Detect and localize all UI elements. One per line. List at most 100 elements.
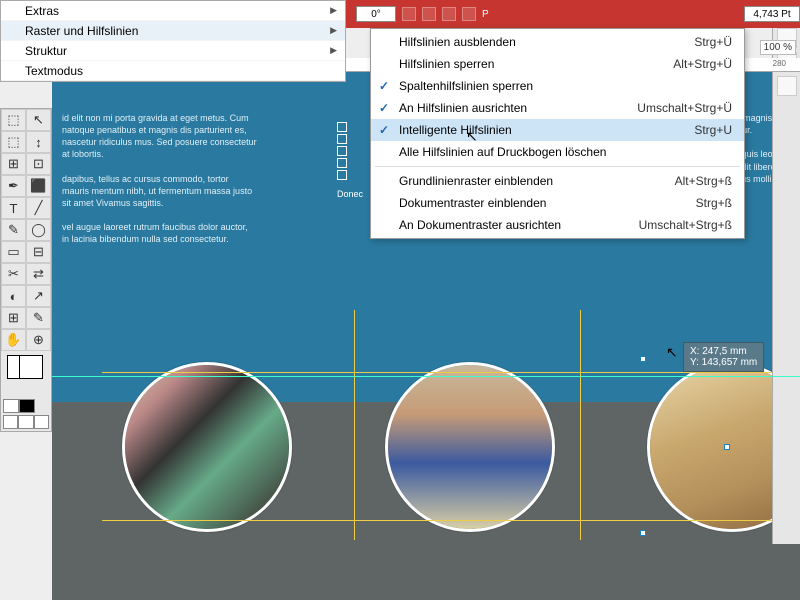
menu-item[interactable]: Raster und Hilfslinien▶ [1,21,345,41]
tool-button[interactable]: ✎ [1,219,26,241]
submenu-label: Hilfslinien ausblenden [399,35,516,49]
submenu-arrow-icon: ▶ [330,25,337,36]
submenu-label: Intelligente Hilfslinien [399,123,512,137]
submenu-label: Alle Hilfslinien auf Druckbogen löschen [399,145,606,159]
tool-button[interactable]: ⬚ [1,131,26,153]
smart-guide-vertical [580,310,581,540]
tool-button[interactable]: ╱ [26,197,51,219]
photo-gym [125,365,289,529]
screen-mode-icon[interactable] [18,415,33,429]
tool-button[interactable]: ✒ [1,175,26,197]
tool-button[interactable]: ✋ [1,329,26,351]
smart-guide-horizontal [102,520,800,521]
submenu-label: Grundlinienraster einblenden [399,174,553,188]
panel-icon[interactable] [777,76,797,96]
screen-mode-icon[interactable] [3,415,18,429]
submenu-item[interactable]: ✓ Intelligente Hilfslinien Strg+U [371,119,744,141]
color-swatches[interactable] [7,355,45,395]
submenu-item[interactable]: Alle Hilfslinien auf Druckbogen löschen [371,141,744,163]
selection-handle[interactable] [640,356,646,362]
coord-y: Y: 143,657 mm [690,357,757,368]
submenu-item[interactable]: Hilfslinien sperren Alt+Strg+Ü [371,53,744,75]
submenu-item[interactable]: An Dokumentraster ausrichten Umschalt+Str… [371,214,744,236]
text-column-1: id elit non mi porta gravida at eget met… [62,112,257,246]
options-bar: 0° P 4,743 Pt [346,0,800,28]
shortcut-label: Umschalt+Strg+ß [639,218,732,232]
body-text: id elit non mi porta gravida at eget met… [62,112,257,161]
apply-text-icon[interactable] [19,399,35,413]
submenu-label: Spaltenhilfslinien sperren [399,79,533,93]
menu-separator [375,166,740,167]
char-indicator: P [482,9,489,20]
submenu-label: An Hilfslinien ausrichten [399,101,527,115]
shortcut-label: Strg+Ü [694,35,732,49]
submenu-arrow-icon: ▶ [330,45,337,56]
menu-item[interactable]: Struktur▶ [1,41,345,61]
body-text: dapibus, tellus ac cursus commodo, torto… [62,173,257,209]
submenu-item[interactable]: ✓ An Hilfslinien ausrichten Umschalt+Strg+… [371,97,744,119]
submenu-arrow-icon: ▶ [330,5,337,16]
tool-button[interactable]: ✂ [1,263,26,285]
smart-guide-horizontal [102,372,800,373]
tool-button[interactable]: ▭ [1,241,26,263]
angle-field[interactable]: 0° [356,6,396,22]
panel-dock [772,24,800,544]
tool-button[interactable]: ⊡ [26,153,51,175]
submenu-item[interactable]: Hilfslinien ausblenden Strg+Ü [371,31,744,53]
tool-button[interactable]: ◯ [26,219,51,241]
tool-button[interactable]: ⊟ [26,241,51,263]
body-text: vel augue laoreet rutrum faucibus dolor … [62,221,257,245]
shortcut-label: Strg+U [694,123,732,137]
selection-handle[interactable] [724,444,730,450]
tool-button[interactable]: T [1,197,26,219]
submenu-item[interactable]: Dokumentraster einblenden Strg+ß [371,192,744,214]
mode-row [3,399,49,413]
tool-button[interactable]: ⬛ [26,175,51,197]
image-frame-circle[interactable] [122,362,292,532]
ruler-tick: 280 [773,59,786,68]
tool-button[interactable]: ⊞ [1,153,26,175]
stroke-field[interactable]: 4,743 Pt [744,6,800,22]
tool-button[interactable]: ⇄ [26,263,51,285]
shortcut-label: Alt+Strg+ß [675,174,732,188]
image-frame-circle[interactable] [385,362,555,532]
selection-handle[interactable] [640,530,646,536]
screen-mode-icon[interactable] [34,415,49,429]
submenu-item[interactable]: Grundlinienraster einblenden Alt+Strg+ß [371,170,744,192]
submenu-label: Dokumentraster einblenden [399,196,546,210]
coordinate-tooltip: X: 247,5 mm Y: 143,657 mm [683,342,764,372]
stroke-swatch[interactable] [19,355,43,379]
submenu-label: Hilfslinien sperren [399,57,494,71]
tool-button[interactable]: ✎ [26,307,51,329]
tool-button[interactable]: ⊕ [26,329,51,351]
option-icon[interactable] [402,7,416,21]
toolbox: ⬚↖⬚↕⊞⊡✒⬛T╱✎◯▭⊟✂⇄◐↗⊞✎✋⊕ [0,108,52,432]
zoom-readout: 100 % [760,40,796,55]
photo-stretch [388,365,552,529]
option-icon[interactable] [422,7,436,21]
shortcut-label: Alt+Strg+Ü [673,57,732,71]
tool-button[interactable]: ⊞ [1,307,26,329]
submenu-label: An Dokumentraster ausrichten [399,218,561,232]
menu-item[interactable]: Extras▶ [1,1,345,21]
shortcut-label: Strg+ß [696,196,732,210]
tool-button[interactable]: ◐ [1,285,26,307]
coord-x: X: 247,5 mm [690,346,757,357]
check-icon: ✓ [379,123,389,137]
submenu-item[interactable]: ✓ Spaltenhilfslinien sperren [371,75,744,97]
tool-button[interactable]: ↗ [26,285,51,307]
apply-fill-icon[interactable] [3,399,19,413]
option-icon[interactable] [462,7,476,21]
tool-button[interactable]: ↖ [26,109,51,131]
tool-button[interactable]: ↕ [26,131,51,153]
bullet-label: Donec [337,188,363,200]
check-icon: ✓ [379,79,389,93]
shortcut-label: Umschalt+Strg+Ü [637,101,732,115]
check-icon: ✓ [379,101,389,115]
smart-guide-vertical [354,310,355,540]
guides-submenu: Hilfslinien ausblendenStrg+ÜHilfslinien … [370,28,745,239]
option-icon[interactable] [442,7,456,21]
tool-button[interactable]: ⬚ [1,109,26,131]
ruler-guide-cyan [52,376,800,377]
menu-item[interactable]: Textmodus [1,61,345,81]
